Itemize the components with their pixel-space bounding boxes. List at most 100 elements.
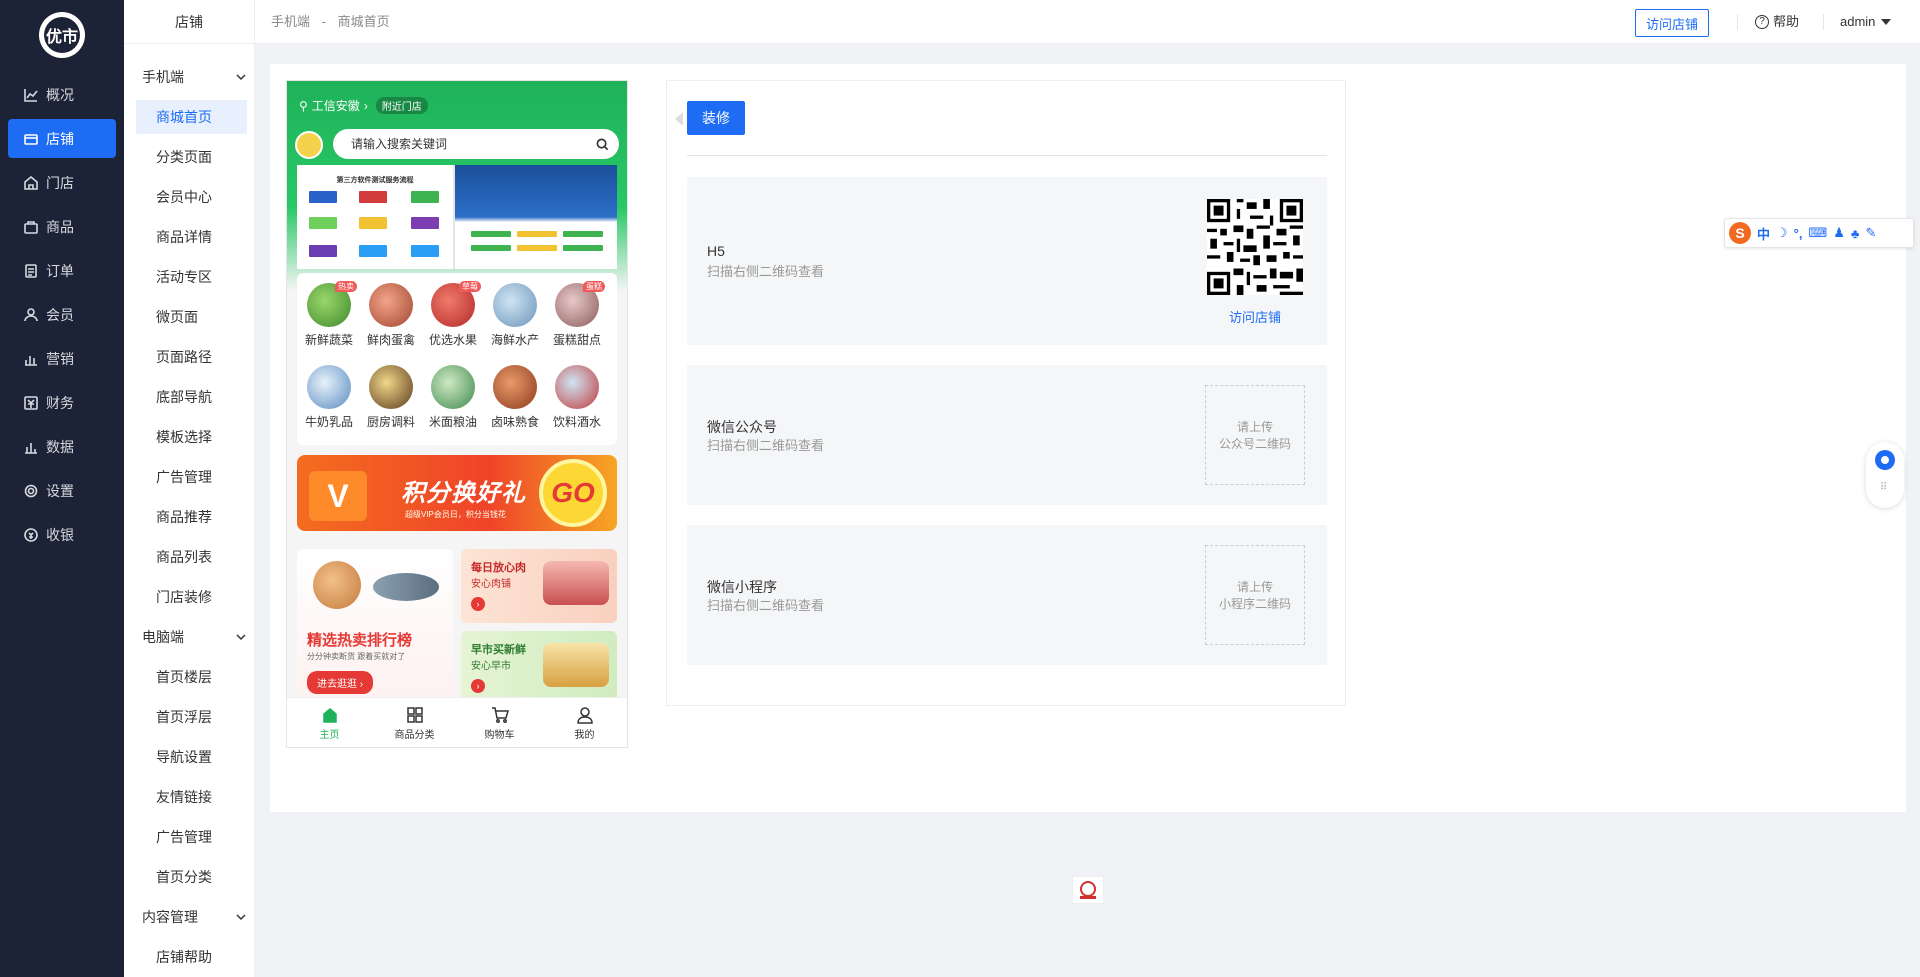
search-input[interactable]: 请输入搜索关键词 bbox=[333, 129, 619, 159]
subnav-item[interactable]: 导航设置 bbox=[136, 740, 247, 774]
person-icon[interactable]: ♟ bbox=[1833, 225, 1845, 241]
category-item[interactable]: 蛋糕 蛋糕甜点 bbox=[547, 281, 607, 348]
category-item[interactable]: 饮料酒水 bbox=[547, 365, 607, 430]
qr-code-image bbox=[1207, 199, 1303, 295]
drag-handle-icon[interactable]: ⠿ bbox=[1880, 482, 1887, 493]
subnav-item[interactable]: 首页分类 bbox=[136, 860, 247, 894]
nav-item-label: 数据 bbox=[46, 438, 74, 455]
subnav-item[interactable]: 商城首页 bbox=[136, 100, 247, 134]
flow-block bbox=[517, 245, 557, 251]
subnav-item[interactable]: 广告管理 bbox=[136, 460, 247, 494]
subnav-item[interactable]: 微页面 bbox=[136, 300, 247, 334]
nav-item-overview[interactable]: 概况 bbox=[8, 75, 116, 114]
shirt-icon[interactable]: ♣ bbox=[1851, 226, 1860, 241]
nav-item-orders[interactable]: 订单 bbox=[8, 251, 116, 290]
ime-toolbar[interactable]: S 中 ☽ °, ⌨ ♟ ♣ ✎ bbox=[1724, 218, 1914, 248]
nav-item-marketing[interactable]: 营销 bbox=[8, 339, 116, 378]
meat-card[interactable]: 每日放心肉 安心肉铺 › bbox=[461, 549, 617, 623]
flow-block bbox=[471, 245, 511, 251]
breadcrumb-item[interactable]: 手机端 bbox=[271, 14, 310, 29]
nav-item-store[interactable]: 店铺 bbox=[8, 119, 116, 158]
ime-mode-label[interactable]: 中 bbox=[1757, 224, 1770, 243]
banner-title: 第三方软件测试服务流程 bbox=[336, 177, 414, 184]
category-label: 海鲜水产 bbox=[490, 333, 539, 347]
subnav-item[interactable]: 首页浮层 bbox=[136, 700, 247, 734]
wechat-desc: 扫描右侧二维码查看 bbox=[707, 438, 825, 453]
upload-official-qr[interactable]: 请上传 公众号二维码 bbox=[1205, 385, 1305, 485]
flow-block bbox=[563, 245, 603, 251]
tab-category[interactable]: 商品分类 bbox=[372, 698, 457, 747]
category-item[interactable]: 鲜肉蛋禽 bbox=[361, 283, 421, 348]
moon-icon[interactable]: ☽ bbox=[1776, 225, 1788, 241]
subnav-item[interactable]: 页面路径 bbox=[136, 340, 247, 374]
mini-program-desc: 扫描右侧二维码查看 bbox=[707, 598, 825, 613]
subnav-item[interactable]: 模板选择 bbox=[136, 420, 247, 454]
subnav-item[interactable]: 首页楼层 bbox=[136, 660, 247, 694]
nav-item-members[interactable]: 会员 bbox=[8, 295, 116, 334]
promo-banner[interactable]: V 积分换好礼 超级VIP会员日，积分当钱花 GO bbox=[297, 455, 617, 531]
subnav-item[interactable]: 友情链接 bbox=[136, 780, 247, 814]
subnav-item[interactable]: 活动专区 bbox=[136, 260, 247, 294]
gear-icon bbox=[24, 484, 38, 498]
subnav-item[interactable]: 商品列表 bbox=[136, 540, 247, 574]
subnav-item[interactable]: 店铺帮助 bbox=[136, 940, 247, 974]
subnav-item[interactable]: 分类页面 bbox=[136, 140, 247, 174]
subnav-group-mobile[interactable]: 手机端 bbox=[142, 62, 247, 92]
subnav-item[interactable]: 会员中心 bbox=[136, 180, 247, 214]
category-item[interactable]: 米面粮油 bbox=[423, 365, 483, 430]
flow-block bbox=[359, 245, 387, 257]
location-name: 工信安徽 bbox=[311, 99, 360, 113]
tab-cart[interactable]: 购物车 bbox=[457, 698, 542, 747]
category-image bbox=[369, 283, 413, 327]
subnav-item[interactable]: 商品详情 bbox=[136, 220, 247, 254]
floating-chat-button[interactable]: ⠿ bbox=[1866, 442, 1904, 508]
nav-item-cashier[interactable]: 收银 bbox=[8, 515, 116, 554]
user-menu[interactable]: admin bbox=[1840, 0, 1892, 44]
topbar: 手机端 - 商城首页 访问店铺 ? 帮助 admin bbox=[255, 0, 1920, 44]
mini-program-box: 微信小程序 扫描右侧二维码查看 请上传 小程序二维码 bbox=[687, 525, 1327, 665]
nav-item-shop[interactable]: 门店 bbox=[8, 163, 116, 202]
nav-item-settings[interactable]: 设置 bbox=[8, 471, 116, 510]
chevron-down-icon bbox=[236, 74, 246, 81]
category-item[interactable]: 卤味熟食 bbox=[485, 365, 545, 430]
category-tag: 蛋糕 bbox=[583, 281, 605, 292]
avatar[interactable] bbox=[295, 131, 323, 159]
browse-button[interactable]: 进去逛逛 › bbox=[307, 671, 374, 694]
app-logo[interactable]: 优市 bbox=[39, 12, 85, 58]
decorate-button[interactable]: 装修 bbox=[687, 101, 745, 135]
morning-market-card[interactable]: 早市买新鲜 安心早市 › bbox=[461, 631, 617, 705]
nav-item-label: 收银 bbox=[46, 526, 74, 543]
category-item[interactable]: 牛奶乳品 bbox=[299, 365, 359, 430]
promo-go-button[interactable]: GO bbox=[539, 459, 607, 527]
visit-store-link[interactable]: 访问店铺 bbox=[1207, 307, 1303, 326]
visit-store-button[interactable]: 访问店铺 bbox=[1635, 9, 1710, 37]
subnav-item[interactable]: 商品推荐 bbox=[136, 500, 247, 534]
upload-mini-program-qr[interactable]: 请上传 小程序二维码 bbox=[1205, 545, 1305, 645]
sogou-icon[interactable]: S bbox=[1729, 222, 1751, 244]
category-image: 草莓 bbox=[431, 281, 481, 327]
wrench-icon[interactable]: ✎ bbox=[1865, 225, 1876, 241]
category-item[interactable]: 海鲜水产 bbox=[485, 283, 545, 348]
category-item[interactable]: 草莓 优选水果 bbox=[423, 281, 483, 348]
nearby-store-badge[interactable]: 附近门店 bbox=[375, 97, 428, 114]
subnav-group-content[interactable]: 内容管理 bbox=[142, 902, 247, 932]
category-item[interactable]: 厨房调料 bbox=[361, 365, 421, 430]
subnav-item[interactable]: 门店装修 bbox=[136, 580, 247, 614]
help-link[interactable]: ? 帮助 bbox=[1755, 0, 1799, 44]
nav-item-data[interactable]: 数据 bbox=[8, 427, 116, 466]
keyboard-icon[interactable]: ⌨ bbox=[1808, 225, 1827, 241]
subnav-group-pc[interactable]: 电脑端 bbox=[142, 622, 247, 652]
category-item[interactable]: 热卖 新鲜蔬菜 bbox=[299, 281, 359, 348]
nav-item-finance[interactable]: 财务 bbox=[8, 383, 116, 422]
subnav-item[interactable]: 底部导航 bbox=[136, 380, 247, 414]
punctuation-icon[interactable]: °, bbox=[1794, 226, 1803, 241]
phone-preview[interactable]: ⚲ 工信安徽 › 附近门店 请输入搜索关键词 第三方软件测试服务流程 热卖 新鲜… bbox=[286, 80, 628, 748]
meat-image bbox=[543, 561, 609, 605]
subnav-item[interactable]: 广告管理 bbox=[136, 820, 247, 854]
location-bar[interactable]: ⚲ 工信安徽 › 附近门店 bbox=[299, 97, 428, 114]
banner-image[interactable]: 第三方软件测试服务流程 bbox=[297, 165, 617, 269]
chevron-down-icon bbox=[236, 914, 246, 921]
tab-home[interactable]: 主页 bbox=[287, 698, 372, 747]
tab-mine[interactable]: 我的 bbox=[542, 698, 627, 747]
nav-item-goods[interactable]: 商品 bbox=[8, 207, 116, 246]
